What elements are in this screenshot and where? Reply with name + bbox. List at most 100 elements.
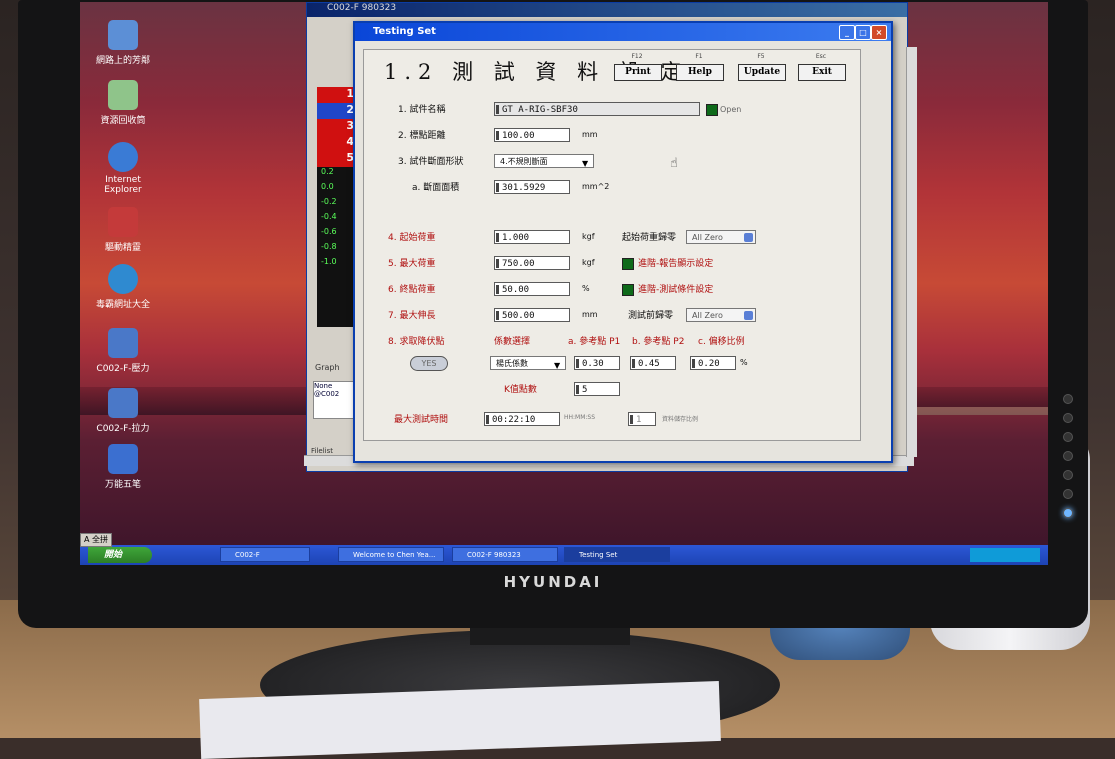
axis-value: 0.0 [321, 182, 334, 191]
k-points-input[interactable]: 5 [574, 382, 620, 396]
print-button[interactable]: Print [614, 64, 662, 81]
desktop-icon-recycle-bin[interactable]: 資源回收筒 [88, 80, 158, 126]
list-item[interactable]: None [314, 382, 354, 390]
coefficient-label: 係數選擇 [494, 337, 531, 347]
desktop-icon-ie[interactable]: Internet Explorer [88, 142, 158, 195]
desktop-icon-label: 驅動精靈 [104, 243, 141, 253]
channel-number[interactable]: 3 [317, 119, 357, 135]
init-zero-select[interactable]: All Zero [686, 230, 756, 244]
ref-p2-input[interactable]: 0.45 [630, 356, 676, 370]
init-load-unit: kgf [582, 232, 595, 241]
init-zero-label: 起始荷重歸零 [622, 233, 677, 243]
save-ratio-label: 資料儲存比例 [662, 416, 699, 423]
desktop-icon-driver[interactable]: 驅動精靈 [88, 207, 158, 253]
update-button[interactable]: Update [738, 64, 786, 81]
help-button[interactable]: Help [676, 64, 724, 81]
channel-number[interactable]: 5 [317, 151, 357, 167]
section-shape-select[interactable]: 4.不規則斷面 ▼ [494, 154, 594, 168]
report-setting-label[interactable]: 進階-報告顯示設定 [638, 256, 713, 269]
monitor-button[interactable] [1063, 451, 1073, 461]
list-item[interactable]: @C002 [314, 390, 354, 398]
end-load-input[interactable]: 50.00 [494, 282, 570, 296]
max-test-time-label: 最大測試時間 [394, 415, 449, 425]
specimen-name-input[interactable]: GT A-RIG-SBF30 [494, 102, 700, 116]
channel-panel: 1 2 3 4 5 0.2 0.0 -0.2 -0.4 -0.6 -0.8 -1… [317, 87, 357, 327]
save-ratio-input[interactable]: 1 [628, 412, 656, 426]
monitor-button[interactable] [1063, 394, 1073, 404]
minimize-icon[interactable]: _ [839, 25, 855, 40]
section-shape-label: 3. 試件斷面形狀 [398, 157, 464, 167]
vertical-scrollbar[interactable] [906, 47, 917, 457]
axis-value: -0.6 [321, 227, 337, 236]
max-load-input[interactable]: 750.00 [494, 256, 570, 270]
print-hotkey: F12 [631, 53, 643, 60]
gauge-length-unit: mm [582, 130, 598, 139]
ime-bar[interactable]: A 全拼 [80, 533, 113, 547]
monitor-button[interactable] [1063, 489, 1073, 499]
desktop-icon-label: Internet Explorer [104, 175, 142, 195]
max-test-time-input[interactable]: 00:22:10 [484, 412, 560, 426]
desktop-icon-duba[interactable]: 毒霸網址大全 [88, 264, 158, 310]
update-hotkey: F5 [757, 53, 765, 60]
desktop-icon-network[interactable]: 網路上的芳鄰 [88, 20, 158, 66]
offset-ratio-input[interactable]: 0.20 [690, 356, 736, 370]
test-condition-label[interactable]: 進階-測試條件設定 [638, 282, 713, 295]
window-titlebar[interactable]: Testing Set _ □ × [355, 23, 891, 41]
end-load-label: 6. 終點荷重 [388, 285, 436, 295]
monitor-brand-logo: HYUNDAI [503, 573, 603, 591]
coefficient-select[interactable]: 楊氏係數 ▼ [490, 356, 566, 370]
taskbar-item[interactable]: C002-F 980323 [452, 547, 558, 562]
channel-number[interactable]: 4 [317, 135, 357, 151]
report-setting-checkbox[interactable] [622, 258, 634, 270]
area-label: a. 斷面面積 [412, 183, 460, 193]
maximize-icon[interactable]: □ [855, 25, 871, 40]
k-points-label: K值點數 [504, 385, 537, 395]
open-checkbox[interactable] [706, 104, 718, 116]
specimen-name-label: 1. 試件名稱 [398, 105, 446, 115]
settings-panel: 1.2 測 試 資 料 設 定 F12 Print F1 Help F5 Upd… [363, 49, 861, 441]
coefficient-value: 楊氏係數 [496, 359, 528, 368]
wubi-icon [108, 444, 138, 474]
recycle-bin-icon [108, 80, 138, 110]
max-test-time-unit: HH:MM:SS [564, 414, 596, 421]
axis-value: -1.0 [321, 257, 337, 266]
background-window-title: C002-F 980323 [307, 3, 907, 17]
desktop-icon-c002-tension[interactable]: C002-F-拉力 [88, 388, 158, 434]
pre-zero-value: All Zero [692, 311, 723, 320]
max-elongation-input[interactable]: 500.00 [494, 308, 570, 322]
max-load-unit: kgf [582, 258, 595, 267]
pre-zero-select[interactable]: All Zero [686, 308, 756, 322]
channel-number[interactable]: 1 [317, 87, 357, 103]
desktop-icon-wubi[interactable]: 万能五笔 [88, 444, 158, 490]
chevron-down-icon: ▼ [582, 159, 589, 168]
gauge-length-input[interactable]: 100.00 [494, 128, 570, 142]
taskbar-item[interactable]: Welcome to Chen Yea... [338, 547, 444, 562]
window-title: Testing Set [373, 26, 436, 37]
test-condition-checkbox[interactable] [622, 284, 634, 296]
monitor-buttons [1063, 385, 1075, 518]
open-label: Open [720, 105, 742, 114]
pre-zero-label: 測試前歸零 [628, 311, 674, 321]
ref-p1-label: a. 參考點 P1 [568, 337, 621, 347]
desktop-icon-label: 万能五笔 [104, 480, 141, 490]
start-button[interactable]: 開始 [88, 547, 152, 563]
graph-tab[interactable]: Graph [315, 363, 340, 372]
desktop-icon-c002-compress[interactable]: C002-F-壓力 [88, 328, 158, 374]
chevron-down-icon: ▼ [554, 361, 561, 370]
desktop-icon-label: C002-F-壓力 [96, 364, 150, 374]
power-led-icon [1063, 508, 1073, 518]
ref-p1-input[interactable]: 0.30 [574, 356, 620, 370]
taskbar-item-active[interactable]: Testing Set [564, 547, 670, 562]
max-load-label: 5. 最大荷重 [388, 259, 436, 269]
channel-number[interactable]: 2 [317, 103, 357, 119]
init-load-input[interactable]: 1.000 [494, 230, 570, 244]
monitor-button[interactable] [1063, 432, 1073, 442]
monitor-button[interactable] [1063, 413, 1073, 423]
area-input[interactable]: 301.5929 [494, 180, 570, 194]
file-list-box[interactable]: None @C002 [313, 381, 355, 419]
monitor-button[interactable] [1063, 470, 1073, 480]
close-icon[interactable]: × [871, 25, 887, 40]
yield-yes-button[interactable]: YES [410, 356, 448, 371]
taskbar-item[interactable]: C002-F [220, 547, 310, 562]
exit-button[interactable]: Exit [798, 64, 846, 81]
